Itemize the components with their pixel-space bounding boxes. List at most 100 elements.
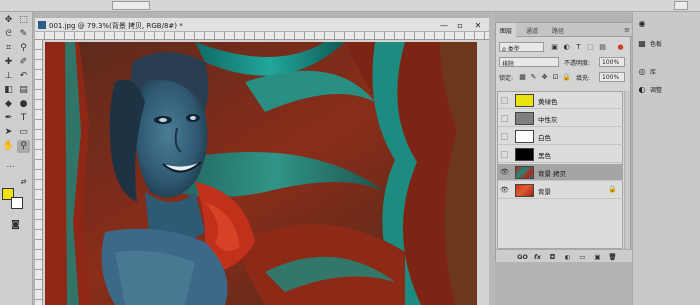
close-icon[interactable]: ✕ <box>471 20 485 30</box>
background-color-swatch[interactable] <box>11 197 23 209</box>
dock-item-swatches[interactable]: ▦ 色板 <box>633 36 700 50</box>
dock-item-adjustments[interactable]: ◐ 调整 <box>633 82 700 96</box>
layer-name: 背景 <box>538 188 551 196</box>
layer-name: 白色 <box>538 134 551 142</box>
crop-tool-icon[interactable]: ⌗ <box>2 42 15 55</box>
tools-panel: ✥ ⬚ ᘓ ✎ ⌗ ⚲ ✚ ✐ ⊥ ↶ ◧ ▤ ◆ ● ✒ T ➤ ▭ ✋ ⚲ … <box>0 12 33 305</box>
restore-icon[interactable]: ▫ <box>453 20 467 30</box>
history-brush-tool-icon[interactable]: ↶ <box>17 70 30 83</box>
options-field-right[interactable] <box>674 1 688 10</box>
path-select-tool-icon[interactable]: ➤ <box>2 126 15 139</box>
layer-name: 黄绿色 <box>538 98 558 106</box>
document-tab[interactable]: 001.jpg @ 79.3%(背景 拷贝, RGB/8#) * — ▫ ✕ <box>35 18 489 32</box>
layer-list-scrollbar[interactable] <box>624 91 630 249</box>
tab-channels[interactable]: 通道 <box>522 23 542 37</box>
filter-type-icon[interactable]: T <box>574 42 583 51</box>
blend-mode-select[interactable]: 排除 <box>499 57 559 67</box>
options-bar <box>0 0 700 12</box>
brush-tool-icon[interactable]: ✐ <box>17 56 30 69</box>
filter-smart-icon[interactable]: ▤ <box>598 42 607 51</box>
new-layer-icon[interactable]: ▣ <box>593 252 602 261</box>
horizontal-ruler[interactable] <box>35 32 489 40</box>
add-mask-icon[interactable]: ◘ <box>548 252 557 261</box>
swatches-icon: ▦ <box>638 38 646 48</box>
quick-select-tool-icon[interactable]: ✎ <box>17 28 30 41</box>
more-tools-icon[interactable]: … <box>4 158 17 171</box>
layer-thumbnail <box>515 130 534 143</box>
ps-doc-icon <box>38 21 46 29</box>
lasso-tool-icon[interactable]: ᘓ <box>2 28 15 41</box>
layer-thumbnail <box>515 184 534 197</box>
visibility-toggle[interactable] <box>501 97 508 104</box>
document-window: 001.jpg @ 79.3%(背景 拷贝, RGB/8#) * — ▫ ✕ <box>35 18 489 305</box>
document-title: 001.jpg @ 79.3%(背景 拷贝, RGB/8#) * <box>49 22 183 30</box>
dock-item-libraries[interactable]: ◎ 库 <box>633 64 700 78</box>
blur-tool-icon[interactable]: ◆ <box>2 98 15 111</box>
panel-tabs: 图层 通道 路径 ≡ <box>496 23 632 37</box>
lock-image-icon[interactable]: ✎ <box>529 72 538 81</box>
filter-toggle-icon[interactable]: ● <box>616 42 625 51</box>
lock-all-icon[interactable]: 🔒 <box>562 72 571 81</box>
dodge-tool-icon[interactable]: ● <box>17 98 30 111</box>
minimize-icon[interactable]: — <box>437 20 451 30</box>
eye-icon[interactable]: 👁 <box>500 185 509 195</box>
layer-row-selected[interactable]: 👁 背景 拷贝 <box>498 164 623 181</box>
tab-layers[interactable]: 图层 <box>496 23 517 37</box>
dock-item-color[interactable]: ◉ <box>633 16 700 30</box>
blend-row: 排除 不透明度: 100% <box>496 56 632 68</box>
marquee-tool-icon[interactable]: ⬚ <box>17 14 30 27</box>
opacity-label: 不透明度: <box>564 60 591 67</box>
inverted-photo <box>45 42 477 305</box>
quick-mask-icon[interactable]: ◙ <box>9 219 22 232</box>
visibility-toggle[interactable] <box>501 133 508 140</box>
lock-transparent-icon[interactable]: ▦ <box>518 72 527 81</box>
layer-row[interactable]: 👁 背景 🔒 <box>498 182 623 199</box>
image-canvas[interactable] <box>45 42 477 305</box>
right-dock: ◉ ▦ 色板 ◎ 库 ◐ 调整 <box>632 12 700 305</box>
layer-row[interactable]: 黑色 <box>498 146 623 163</box>
dock-item-label: 色板 <box>650 41 663 48</box>
filter-shape-icon[interactable]: ⬚ <box>586 42 595 51</box>
link-layers-icon[interactable]: GO <box>517 252 528 261</box>
pen-tool-icon[interactable]: ✒ <box>2 112 15 125</box>
layer-name: 黑色 <box>538 152 551 160</box>
options-field[interactable] <box>112 1 150 10</box>
filter-pixel-icon[interactable]: ▣ <box>550 42 559 51</box>
move-tool-icon[interactable]: ✥ <box>2 14 15 27</box>
opacity-input[interactable]: 100% <box>599 57 625 67</box>
eyedropper-tool-icon[interactable]: ⚲ <box>17 42 30 55</box>
swap-colors-icon[interactable]: ⇄ <box>17 176 30 189</box>
type-tool-icon[interactable]: T <box>17 112 30 125</box>
fill-input[interactable]: 100% <box>599 72 625 82</box>
healing-brush-tool-icon[interactable]: ✚ <box>2 56 15 69</box>
eye-icon[interactable]: 👁 <box>500 167 509 177</box>
filter-kind-select[interactable]: ρ 类型 <box>499 42 544 52</box>
hand-tool-icon[interactable]: ✋ <box>2 140 15 153</box>
layer-row[interactable]: 中性灰 <box>498 110 623 127</box>
layers-panel-footer: GO fx ◘ ◐ ▭ ▣ 🗑 <box>496 249 632 262</box>
tab-paths[interactable]: 路径 <box>548 23 568 37</box>
new-group-icon[interactable]: ▭ <box>578 252 587 261</box>
eraser-tool-icon[interactable]: ◧ <box>2 84 15 97</box>
clone-stamp-tool-icon[interactable]: ⊥ <box>2 70 15 83</box>
lock-icon[interactable]: 🔒 <box>608 185 617 193</box>
layer-thumbnail <box>515 112 534 125</box>
gradient-tool-icon[interactable]: ▤ <box>17 84 30 97</box>
adjustment-layer-icon[interactable]: ◐ <box>563 252 572 261</box>
fx-icon[interactable]: fx <box>533 252 542 261</box>
visibility-toggle[interactable] <box>501 151 508 158</box>
lock-artboard-icon[interactable]: ⊡ <box>551 72 560 81</box>
filter-adjust-icon[interactable]: ◐ <box>562 42 571 51</box>
layer-row[interactable]: 黄绿色 <box>498 92 623 109</box>
dock-item-label: 调整 <box>650 87 663 94</box>
vertical-ruler[interactable] <box>35 40 43 305</box>
lock-position-icon[interactable]: ✥ <box>540 72 549 81</box>
delete-layer-icon[interactable]: 🗑 <box>608 252 617 261</box>
visibility-toggle[interactable] <box>501 115 508 122</box>
layer-row[interactable]: 白色 <box>498 128 623 145</box>
rectangle-tool-icon[interactable]: ▭ <box>17 126 30 139</box>
layer-list: 黄绿色 中性灰 白色 黑色 👁 背景 拷贝 👁 背景 🔒 <box>497 91 623 249</box>
zoom-tool-icon[interactable]: ⚲ <box>17 140 30 153</box>
libraries-icon: ◎ <box>638 66 646 76</box>
layer-name: 中性灰 <box>538 116 558 124</box>
